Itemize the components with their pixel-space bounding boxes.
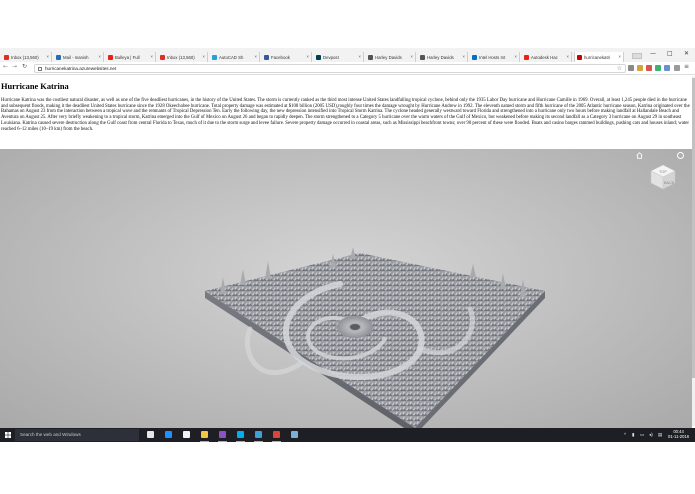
app2-icon[interactable]	[291, 431, 298, 438]
taskbar-search-box[interactable]: Search the web and Windows	[15, 429, 139, 441]
file-explorer-icon[interactable]	[201, 431, 208, 438]
tab-favicon-icon	[212, 54, 217, 60]
tab-label: Autodesk Hac	[531, 54, 558, 60]
store-icon[interactable]	[183, 431, 190, 438]
browser-tab[interactable]: AutoCAD Sh ×	[210, 52, 260, 62]
tab-label: Harley Davids	[427, 54, 454, 60]
extension-icon[interactable]	[664, 65, 670, 71]
viewcube[interactable]: TOP BACK	[648, 162, 678, 192]
tab-close-icon[interactable]: ×	[566, 54, 569, 59]
empty-area	[0, 442, 695, 494]
tab-close-icon[interactable]: ×	[306, 54, 309, 59]
extension-icon[interactable]	[637, 65, 643, 71]
close-window-button[interactable]: ✕	[684, 50, 689, 57]
extension-icon[interactable]	[646, 65, 652, 71]
page-icon	[38, 67, 42, 71]
tab-favicon-icon	[420, 54, 425, 60]
tab-label: Harley Davids	[375, 54, 402, 60]
tab-favicon-icon	[472, 54, 477, 60]
back-button[interactable]: ←	[3, 63, 8, 70]
browser-tab[interactable]: Inbox (13,560) ×	[158, 52, 208, 62]
windows-start-icon[interactable]	[5, 432, 11, 438]
tab-favicon-icon	[316, 54, 321, 60]
tab-close-icon[interactable]: ×	[150, 54, 153, 59]
tab-label: Mail - manish	[63, 54, 89, 60]
tab-close-icon[interactable]: ×	[254, 54, 257, 59]
viewcube-front-label: BACK	[664, 181, 675, 185]
tab-favicon-icon	[264, 54, 269, 60]
browser-tab[interactable]: Mail - manish ×	[54, 52, 104, 62]
bookmark-star-icon[interactable]: ☆	[617, 65, 622, 72]
article-text: Hurricane Katrina was the costliest natu…	[1, 98, 690, 132]
chrome-icon[interactable]	[273, 431, 280, 438]
minimize-button[interactable]: —	[650, 50, 656, 57]
home-icon[interactable]	[636, 152, 643, 159]
tab-strip: Inbox (13,560) × Mail - manish × Bulleya | F…	[0, 48, 695, 62]
viewcube-top-label: TOP	[659, 170, 667, 174]
visual-studio-icon[interactable]	[219, 431, 226, 438]
page-title: Hurricane Katrina	[1, 82, 69, 91]
volume-icon[interactable]: ◂)	[649, 432, 653, 438]
app-icon[interactable]	[255, 431, 262, 438]
maximize-button[interactable]: □	[667, 50, 673, 57]
extension-icon[interactable]	[655, 65, 661, 71]
new-tab-button[interactable]	[632, 53, 642, 59]
battery-icon[interactable]: ▭	[640, 432, 644, 438]
tab-label: Inbox (13,560)	[167, 54, 195, 60]
browser-tab[interactable]: Autodesk Hac ×	[522, 52, 572, 62]
tab-label: Devpost	[323, 54, 339, 60]
tray-chevron-icon[interactable]: ^	[624, 432, 626, 437]
tab-favicon-icon	[108, 54, 113, 60]
skype-icon[interactable]	[237, 431, 244, 438]
tab-favicon-icon	[4, 54, 9, 60]
tab-favicon-icon	[577, 54, 582, 60]
tab-favicon-icon	[56, 54, 61, 60]
tab-label: Bulleya | Full	[115, 54, 140, 60]
web-page: Hurricane Katrina Hurricane Katrina was …	[0, 76, 695, 428]
menu-icon[interactable]: ≡	[684, 63, 689, 70]
tab-label: Facebook	[271, 54, 290, 60]
tab-label: Intel Hosts Int	[479, 54, 506, 60]
keyboard-icon[interactable]: ▤	[658, 432, 662, 438]
browser-tab[interactable]: Harley Davids ×	[418, 52, 468, 62]
tab-close-icon[interactable]: ×	[462, 54, 465, 59]
tab-close-icon[interactable]: ×	[98, 54, 101, 59]
tab-close-icon[interactable]: ×	[618, 54, 621, 59]
tab-close-icon[interactable]: ×	[410, 54, 413, 59]
browser-tab[interactable]: Facebook ×	[262, 52, 312, 62]
forward-button[interactable]: →	[12, 63, 17, 70]
browser-tab[interactable]: Inbox (13,560) ×	[2, 52, 52, 62]
tab-label: AutoCAD Sh	[219, 54, 244, 60]
tab-close-icon[interactable]: ×	[46, 54, 49, 59]
search-placeholder: Search the web and Windows	[20, 432, 81, 437]
extension-icon[interactable]	[674, 65, 680, 71]
tab-close-icon[interactable]: ×	[202, 54, 205, 59]
network-icon[interactable]: ▮	[632, 432, 634, 438]
info-icon[interactable]	[677, 152, 684, 159]
browser-tab[interactable]: Harley Davids ×	[366, 52, 416, 62]
tab-close-icon[interactable]: ×	[514, 54, 517, 59]
hurricane-terrain-model[interactable]	[0, 149, 692, 428]
url-text: hurricanekatrina.azurewebsites.net	[45, 66, 117, 71]
tab-label: Inbox (13,560)	[11, 54, 39, 60]
terrain-top-surface	[205, 253, 545, 428]
tab-favicon-icon	[160, 54, 165, 60]
browser-tab[interactable]: Intel Hosts Int ×	[470, 52, 520, 62]
taskbar-clock[interactable]: 00:44 01-11-2016	[668, 429, 689, 439]
tab-favicon-icon	[368, 54, 373, 60]
browser-tab[interactable]: Devpost ×	[314, 52, 364, 62]
browser-tab[interactable]: Bulleya | Full ×	[106, 52, 156, 62]
browser-tab[interactable]: hurricanekatri ×	[574, 52, 624, 62]
tab-label: hurricanekatri	[584, 54, 611, 60]
reload-button[interactable]: ↻	[22, 63, 27, 70]
extension-icon[interactable]	[628, 65, 634, 71]
address-bar[interactable]: hurricanekatrina.azurewebsites.net ☆	[34, 64, 626, 73]
clock-date: 01-11-2016	[668, 434, 690, 440]
tab-close-icon[interactable]: ×	[358, 54, 361, 59]
task-view-icon[interactable]	[147, 431, 154, 438]
edge-icon[interactable]	[165, 431, 172, 438]
3d-model-viewer[interactable]: TOP BACK	[0, 149, 692, 428]
tab-favicon-icon	[524, 54, 529, 60]
